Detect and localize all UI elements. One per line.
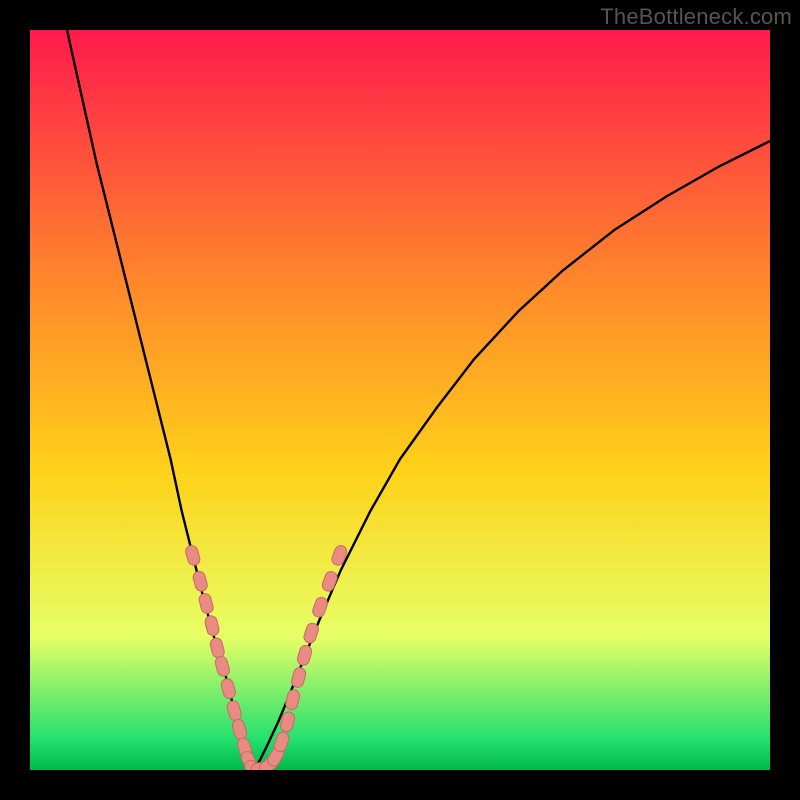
curve-marker	[311, 596, 329, 619]
curve-marker	[209, 637, 226, 659]
curve-marker	[273, 730, 291, 753]
chart-stage: TheBottleneck.com	[0, 0, 800, 800]
curve-marker	[226, 700, 243, 722]
curve-marker	[231, 718, 248, 740]
curve-marker	[192, 570, 209, 592]
curve-marker	[184, 544, 201, 567]
watermark-text: TheBottleneck.com	[600, 4, 792, 30]
curve-marker	[290, 666, 307, 688]
curve-marker	[204, 615, 220, 637]
curve-marker	[198, 592, 215, 614]
curve-marker	[302, 622, 320, 645]
plot-frame	[30, 30, 770, 770]
curve-marker	[284, 689, 300, 711]
curve-marker	[296, 644, 313, 667]
curve-marker	[321, 570, 339, 593]
curve-marker	[220, 677, 237, 699]
curve-marker	[330, 544, 348, 567]
curve-marker	[279, 711, 296, 733]
marker-layer	[30, 30, 770, 770]
plot-area	[30, 30, 770, 770]
curve-marker	[214, 655, 231, 677]
